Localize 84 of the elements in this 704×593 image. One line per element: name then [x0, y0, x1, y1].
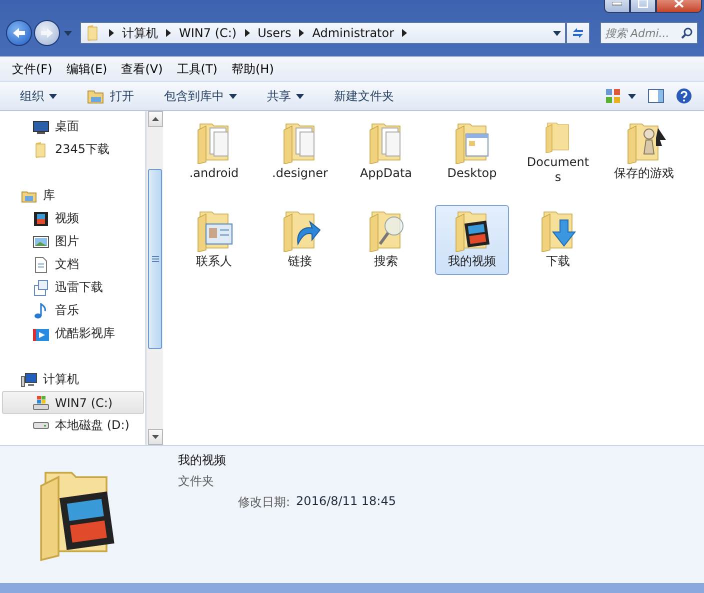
menu-item[interactable]: 编辑(E): [60, 58, 114, 80]
date-value: 2016/8/11 18:45: [296, 494, 396, 510]
menu-item[interactable]: 帮助(H): [226, 58, 280, 80]
help-icon: [676, 88, 692, 104]
caret-icon: [296, 94, 304, 98]
caret-icon: [628, 94, 636, 98]
folder-item[interactable]: .designer: [263, 117, 337, 187]
chevron-icon: [402, 29, 408, 37]
folder-item[interactable]: 联系人: [177, 205, 251, 275]
sidebar-item[interactable]: 桌面: [2, 115, 144, 138]
forward-arrow-icon: [40, 27, 54, 39]
breadcrumb[interactable]: Users: [258, 26, 292, 40]
refresh-button[interactable]: [566, 22, 590, 44]
film-icon: [33, 210, 49, 226]
sidebar-item[interactable]: 迅雷下载: [2, 276, 144, 299]
view-grid-icon: [606, 89, 620, 103]
maximize-icon: [638, 0, 648, 8]
search-icon: [681, 27, 693, 39]
pane-icon: [648, 89, 664, 103]
toolbar-button[interactable]: 包含到库中: [158, 84, 243, 108]
computer-icon: [21, 372, 37, 388]
grip-icon: [152, 256, 158, 262]
toolbar-button[interactable]: 共享: [261, 84, 310, 108]
folder-item[interactable]: 链接: [263, 205, 337, 275]
folder-item[interactable]: 搜索: [349, 205, 423, 275]
down-arrow-icon[interactable]: [152, 435, 158, 439]
address-bar[interactable]: 计算机 WIN7 (C:) Users Administrator: [80, 22, 566, 44]
monitor-icon: [33, 118, 49, 134]
dropdown-caret-icon: [553, 30, 561, 36]
folder-item[interactable]: .android: [177, 117, 251, 187]
music-note-icon: [33, 302, 49, 318]
chevron-icon: [166, 29, 171, 37]
scrollbar[interactable]: [146, 111, 163, 445]
up-arrow-icon[interactable]: [152, 117, 158, 121]
sidebar-item[interactable]: 图片: [2, 230, 144, 253]
breadcrumb[interactable]: 计算机: [122, 24, 158, 42]
sidebar-group[interactable]: 计算机: [2, 368, 144, 391]
sidebar-group[interactable]: 库: [2, 184, 144, 207]
toolbar-button[interactable]: 打开: [81, 84, 140, 108]
caret-icon: [64, 30, 72, 36]
chevron-icon: [299, 29, 304, 37]
caret-icon: [49, 94, 57, 98]
chevron-icon: [244, 29, 250, 37]
search-field[interactable]: 搜索 Admi...: [600, 22, 698, 44]
back-button[interactable]: [6, 20, 32, 46]
documents-icon: [33, 280, 49, 296]
drive-icon: [33, 422, 49, 429]
forward-button[interactable]: [34, 20, 60, 46]
picture-icon: [33, 234, 49, 250]
breadcrumb[interactable]: WIN7 (C:): [179, 26, 237, 40]
folder-item[interactable]: Documents: [521, 117, 595, 187]
sidebar-item[interactable]: 文档: [2, 253, 144, 276]
view-options-button[interactable]: [606, 89, 636, 103]
item-type: 文件夹: [178, 473, 215, 490]
menu-item[interactable]: 文件(F): [6, 58, 58, 80]
sidebar-item[interactable]: 本地磁盘 (D:): [2, 414, 144, 437]
date-label: 修改日期:: [238, 494, 290, 511]
sidebar-item[interactable]: 音乐: [2, 299, 144, 322]
preview-pane-button[interactable]: [648, 89, 664, 103]
close-icon: [674, 0, 684, 8]
toolbar-button[interactable]: 组织: [14, 84, 63, 108]
drive-icon: [33, 394, 49, 410]
chevron-icon: [109, 29, 114, 37]
back-arrow-icon: [12, 27, 26, 39]
menu-item[interactable]: 查看(V): [115, 58, 169, 80]
folder-item[interactable]: AppData: [349, 117, 423, 187]
folder-item[interactable]: 保存的游戏: [607, 117, 681, 187]
breadcrumb[interactable]: Administrator: [312, 26, 394, 40]
toolbar-button[interactable]: 新建文件夹: [328, 84, 400, 108]
folder-item[interactable]: Desktop: [435, 117, 509, 187]
folder-icon: [87, 88, 105, 104]
sidebar-item[interactable]: WIN7 (C:): [2, 391, 144, 414]
sidebar-item[interactable]: 2345下载: [2, 138, 144, 161]
menu-item[interactable]: 工具(T): [170, 58, 224, 80]
item-name: 我的视频: [178, 452, 227, 469]
help-button[interactable]: [676, 88, 692, 104]
sidebar-item[interactable]: 视频: [2, 207, 144, 230]
minimize-icon: [612, 2, 622, 6]
document-icon: [33, 256, 49, 272]
refresh-icon: [571, 27, 585, 39]
sidebar-item[interactable]: 优酷影视库: [2, 322, 144, 345]
folder-item[interactable]: 我的视频: [435, 205, 509, 275]
caret-icon: [229, 94, 237, 98]
folder-item[interactable]: 下载: [521, 205, 595, 275]
